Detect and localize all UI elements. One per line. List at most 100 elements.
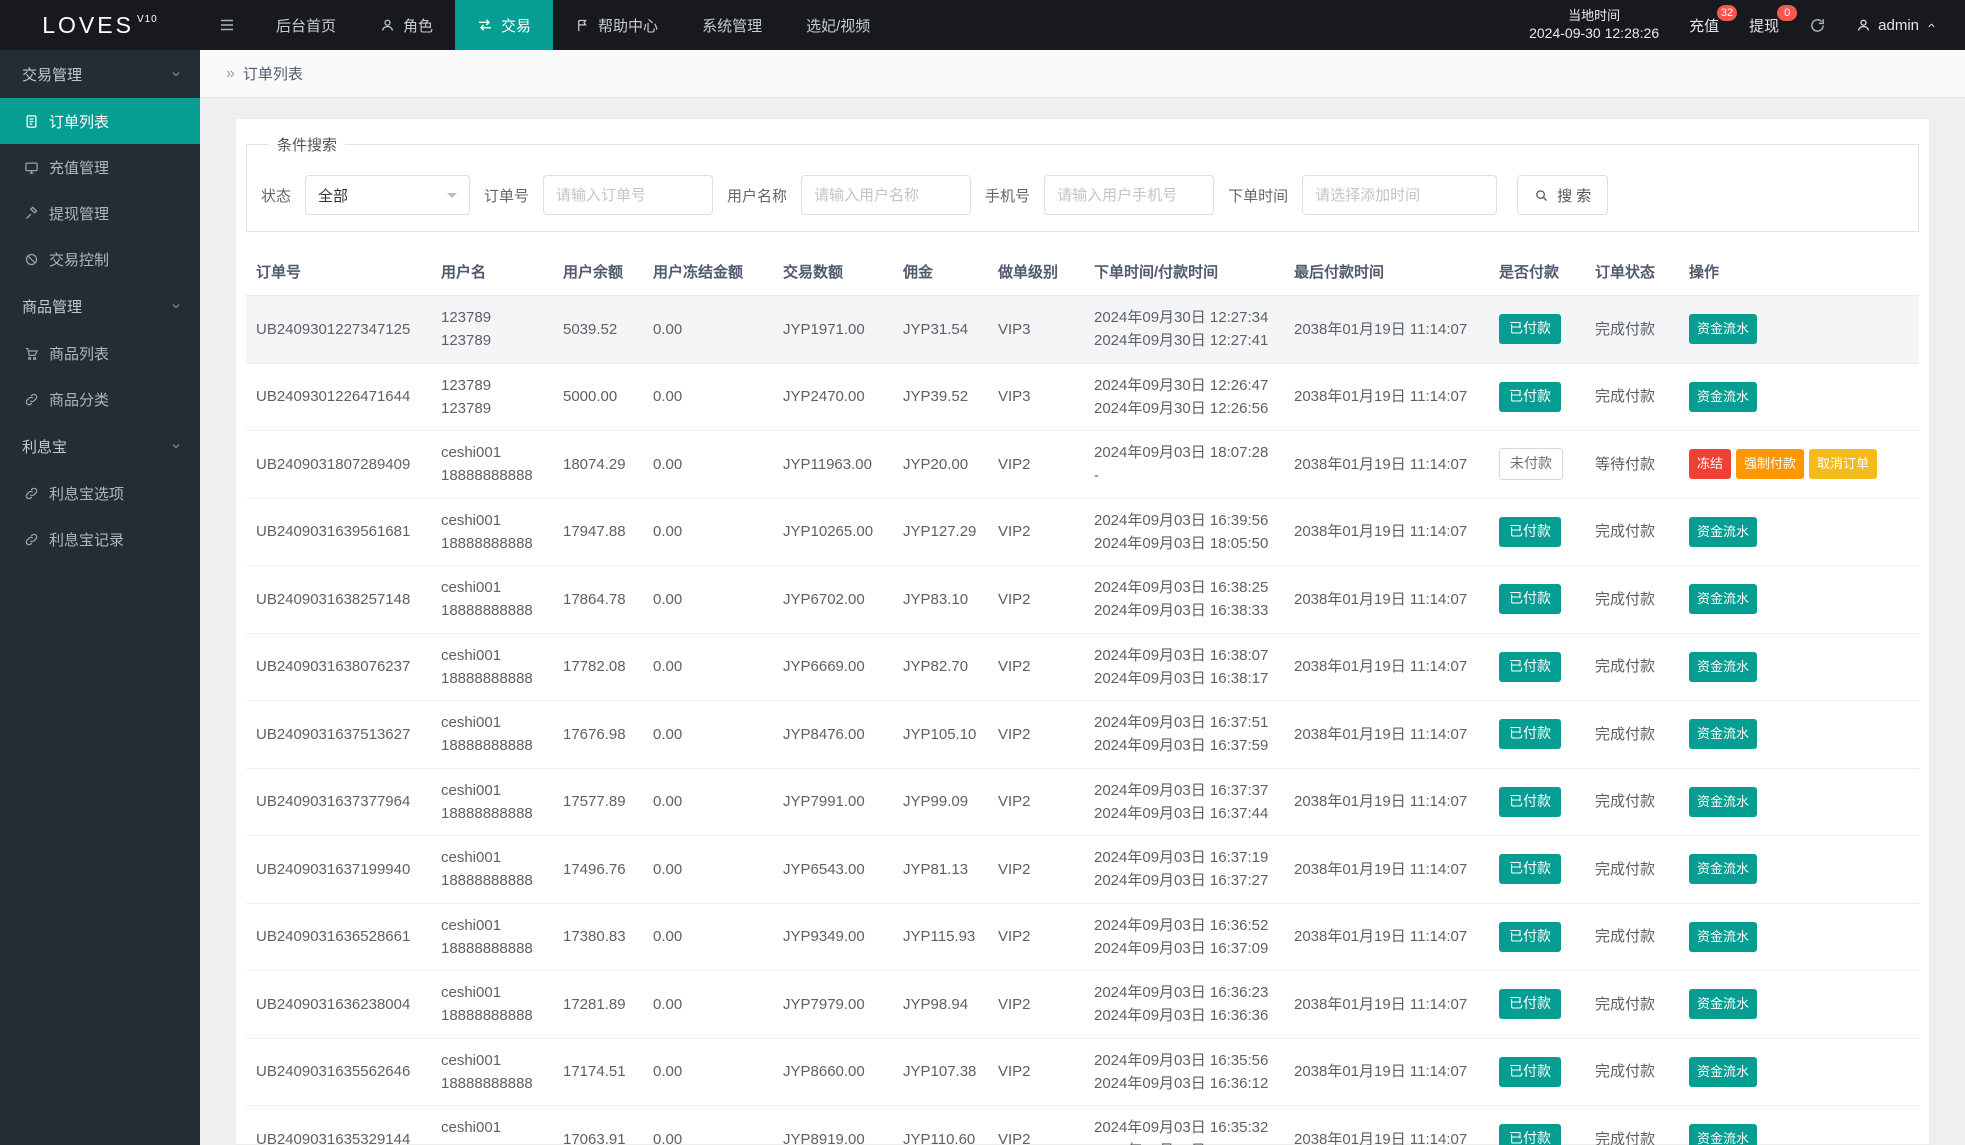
action-cancel-order-button[interactable]: 取消订单 [1809,449,1878,480]
search-button[interactable]: 搜 索 [1517,175,1609,215]
cell-user: 123789 123789 [431,363,553,431]
cell-order-no: UB2409031637199940 [246,835,431,904]
cell-order-no: UB2409031636238004 [246,970,431,1039]
nav-item-trade[interactable]: 交易 [455,0,554,50]
table-row: UB2409031637199940 ceshi001 18888888888 174… [246,835,1919,904]
cell-commission: JYP81.13 [893,835,988,904]
action-fund-flow-button[interactable]: 资金流水 [1689,584,1758,615]
sidebar-item-interest-records[interactable]: 利息宝记录 [0,516,200,562]
nav-item-help-center[interactable]: 帮助中心 [553,0,680,50]
cell-pay-badge: 已付款 [1489,633,1585,701]
action-fund-flow-button[interactable]: 资金流水 [1689,854,1758,885]
cell-actions: 资金流水 [1679,768,1919,836]
action-fund-flow-button[interactable]: 资金流水 [1689,1124,1758,1145]
cell-amount: JYP10265.00 [773,498,893,566]
unpaid-badge: 未付款 [1499,448,1563,481]
action-fund-flow-button[interactable]: 资金流水 [1689,719,1758,750]
user-name-input[interactable] [801,175,972,215]
action-freeze-button[interactable]: 冻结 [1689,449,1732,480]
cell-last-pay-time: 2038年01月19日 11:14:07 [1284,835,1489,904]
person-icon [380,18,395,33]
action-fund-flow-button[interactable]: 资金流水 [1689,381,1758,412]
cell-balance: 18074.29 [553,430,643,499]
nav-item-system[interactable]: 系统管理 [680,0,784,50]
cell-commission: JYP83.10 [893,565,988,634]
cell-frozen: 0.00 [643,700,773,769]
sidebar-item-product-list[interactable]: 商品列表 [0,330,200,376]
cell-status: 完成付款 [1585,295,1679,364]
column-header: 用户名 [431,248,553,296]
paid-badge: 已付款 [1499,786,1561,817]
cell-commission: JYP99.09 [893,768,988,836]
cell-status: 完成付款 [1585,633,1679,701]
cell-user: ceshi00118888888888 [431,903,553,971]
cell-frozen: 0.00 [643,565,773,634]
order-table-body: UB2409301227347125 123789 123789 5039.52 0.0… [246,295,1919,1145]
cell-user: 123789 123789 [431,295,553,364]
action-fund-flow-button[interactable]: 资金流水 [1689,651,1758,682]
order-table-head-row: 订单号 用户名 用户余额 用户冻结金额 交易数额 佣金 做单级别 下单时间/付款时间 最后付款时… [246,248,1919,296]
menu-toggle-button[interactable] [200,0,254,50]
cell-balance: 17496.76 [553,835,643,904]
order-no-input[interactable] [543,175,714,215]
sidebar-item-order-list[interactable]: 订单列表 [0,98,200,144]
nav-item-video[interactable]: 选妃/视频 [784,0,892,50]
sidebar-group-product-management[interactable]: 商品管理 [0,282,200,330]
phone-input[interactable] [1044,175,1215,215]
cell-last-pay-time: 2038年01月19日 11:14:07 [1284,498,1489,566]
nav-item-roles[interactable]: 角色 [358,0,455,50]
sidebar-item-withdraw-management[interactable]: 提现管理 [0,190,200,236]
sidebar-item-trade-control[interactable]: 交易控制 [0,236,200,282]
user-menu[interactable]: admin [1856,17,1937,34]
sidebar-item-product-category[interactable]: 商品分类 [0,376,200,422]
page-title: 订单列表 [242,66,303,83]
status-select[interactable]: 全部 [305,175,471,215]
sidebar-item-interest-options[interactable]: 利息宝选项 [0,470,200,516]
cell-last-pay-time: 2038年01月19日 11:14:07 [1284,430,1489,499]
logo-text: LOVES [42,11,134,38]
cell-last-pay-time: 2038年01月19日 11:14:07 [1284,363,1489,431]
cell-pay-badge: 未付款 [1489,430,1585,499]
action-fund-flow-button[interactable]: 资金流水 [1689,989,1758,1020]
action-fund-flow-button[interactable]: 资金流水 [1689,314,1758,345]
cell-order-time: 2024年09月03日 16:39:56 2024年09月03日 18:05:50 [1084,498,1284,566]
cell-status: 完成付款 [1585,768,1679,836]
action-fund-flow-button[interactable]: 资金流水 [1689,921,1758,952]
withdraw-link[interactable]: 提现 0 [1749,4,1798,36]
table-row: UB2409031807289409 ceshi001 18888888888 180… [246,430,1919,499]
sidebar-group-trade-management[interactable]: 交易管理 [0,50,200,98]
cell-last-pay-time: 2038年01月19日 11:14:07 [1284,903,1489,971]
paid-badge: 已付款 [1499,584,1561,615]
cell-order-time: 2024年09月30日 12:27:34 2024年09月30日 12:27:41 [1084,295,1284,364]
action-fund-flow-button[interactable]: 资金流水 [1689,516,1758,547]
action-force-pay-button[interactable]: 强制付款 [1736,449,1805,480]
refresh-button[interactable] [1809,17,1826,34]
paid-badge: 已付款 [1499,1056,1561,1087]
action-fund-flow-button[interactable]: 资金流水 [1689,1056,1758,1087]
sidebar-item-recharge-management[interactable]: 充值管理 [0,144,200,190]
cell-status: 完成付款 [1585,835,1679,904]
cell-pay-badge: 已付款 [1489,1038,1585,1106]
table-row: UB2409031636528661 ceshi001 18888888888 173… [246,903,1919,971]
action-fund-flow-button[interactable]: 资金流水 [1689,786,1758,817]
table-row: UB2409031635329144ceshi00118888888888170… [246,1105,1919,1145]
nav-item-dashboard[interactable]: 后台首页 [254,0,358,50]
recharge-link[interactable]: 充值 32 [1689,4,1738,36]
cell-last-pay-time: 2038年01月19日 11:14:07 [1284,970,1489,1039]
cell-user: ceshi00118888888888 [431,565,553,634]
paid-badge: 已付款 [1499,921,1561,952]
cell-status: 等待付款 [1585,430,1679,499]
cell-order-no: UB2409031638076237 [246,633,431,701]
sidebar-group-interest-treasure[interactable]: 利息宝 [0,422,200,470]
order-time-input[interactable] [1302,175,1498,215]
paid-badge: 已付款 [1499,651,1561,682]
cell-level: VIP2 [988,498,1084,566]
cell-level: VIP2 [988,1105,1084,1145]
cell-level: VIP2 [988,700,1084,769]
cell-balance: 17281.89 [553,970,643,1039]
cell-balance: 17174.51 [553,1038,643,1106]
content-area: 条件搜索 状态 全部 订单号 用户名称 手机号 下单时间 [200,98,1965,1145]
cell-user: ceshi00118888888888 [431,633,553,701]
cell-order-no: UB2409031638257148 [246,565,431,634]
cell-last-pay-time: 2038年01月19日 11:14:07 [1284,1038,1489,1106]
